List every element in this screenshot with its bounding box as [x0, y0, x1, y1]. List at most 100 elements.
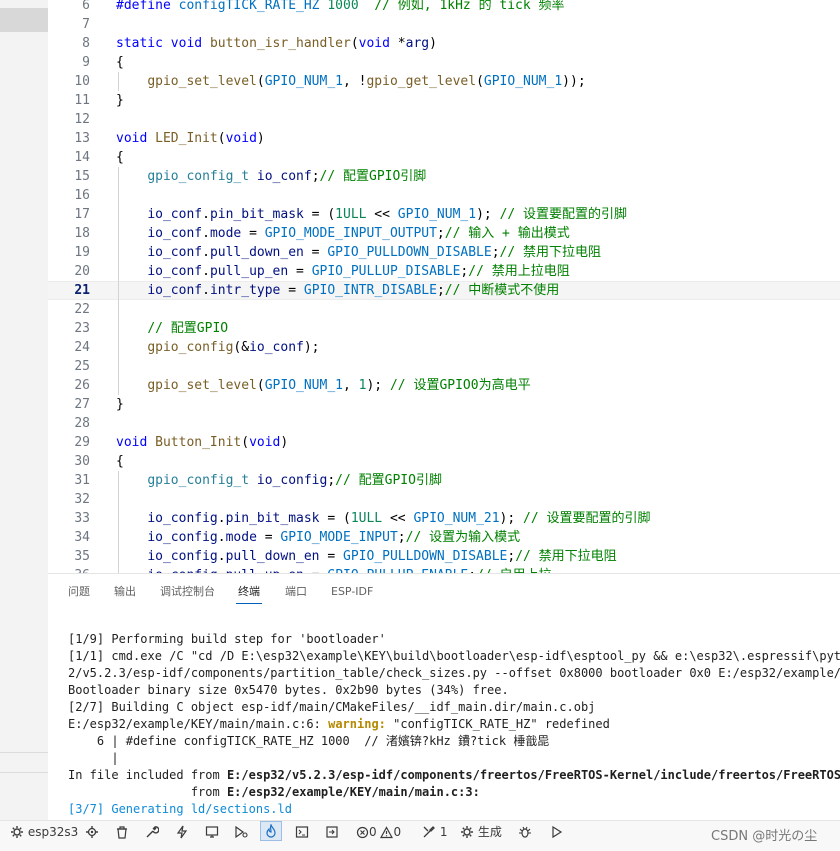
line-number: 14 [74, 150, 90, 165]
code-line[interactable]: 7 [48, 15, 840, 34]
line-code: io_conf.mode = GPIO_MODE_INPUT_OUTPUT;//… [147, 226, 570, 241]
tab-output[interactable]: 输出 [114, 585, 136, 599]
tab-debug-console[interactable]: 调试控制台 [160, 585, 215, 599]
terminal-line: In file included from E:/esp32/v5.2.3/es… [68, 768, 840, 782]
code-line[interactable]: 26 gpio_set_level(GPIO_NUM_1, 1); // 设置G… [48, 376, 840, 395]
code-line[interactable]: 18 io_conf.mode = GPIO_MODE_INPUT_OUTPUT… [48, 224, 840, 243]
code-line[interactable]: 34 io_config.mode = GPIO_MODE_INPUT;// 设… [48, 528, 840, 547]
code-line[interactable]: 33 io_config.pin_bit_mask = (1ULL << GPI… [48, 509, 840, 528]
sdk-config-button[interactable] [145, 823, 159, 841]
line-number: 16 [74, 188, 90, 203]
problems-status[interactable]: 0 0 [356, 823, 401, 841]
warning-icon [380, 826, 394, 839]
code-line[interactable]: 24 gpio_config(&io_conf); [48, 338, 840, 357]
run-button[interactable] [550, 823, 564, 841]
terminal-line: [1/9] Performing build step for 'bootloa… [68, 632, 386, 646]
monitor-icon [205, 826, 219, 838]
code-line[interactable]: 13 void LED_Init(void) [48, 129, 840, 148]
code-line[interactable]: 16 [48, 186, 840, 205]
code-line[interactable]: 25 [48, 357, 840, 376]
debug-launch-button[interactable] [233, 823, 249, 841]
tools-count: 1 [439, 825, 448, 839]
code-line[interactable]: 21 io_conf.intr_type = GPIO_INTR_DISABLE… [48, 281, 840, 300]
code-line[interactable]: 29 void Button_Init(void) [48, 433, 840, 452]
code-line[interactable]: 17 io_conf.pin_bit_mask = (1ULL << GPIO_… [48, 205, 840, 224]
status-bar: esp32s3 0 0 1 生成 CSDN @时光の尘 [0, 820, 840, 851]
indent-guide [118, 490, 119, 509]
bottom-panel: 问题 输出 调试控制台 终端 端口 ESP-IDF [1/9] Performi… [48, 573, 840, 821]
monitor-button[interactable] [205, 823, 219, 841]
line-code: gpio_set_level(GPIO_NUM_1, !gpio_get_lev… [147, 74, 586, 89]
build-button[interactable]: 生成 [460, 823, 502, 841]
code-line[interactable]: 14 { [48, 148, 840, 167]
code-editor[interactable]: 6 #define configTICK_RATE_HZ 1000 // 例如, … [48, 0, 840, 573]
code-line[interactable]: 32 [48, 490, 840, 509]
line-number: 29 [74, 435, 90, 450]
sidebar-selected-item[interactable] [0, 8, 48, 32]
line-code: void Button_Init(void) [116, 435, 289, 450]
terminal-output[interactable]: [1/9] Performing build step for 'bootloa… [68, 630, 840, 821]
terminal-line: [2/7] Building C object esp-idf/main/CMa… [68, 700, 596, 714]
flash-method-button[interactable] [175, 823, 189, 841]
error-count: 0 [369, 825, 377, 839]
line-number: 35 [74, 549, 90, 564]
tab-ports[interactable]: 端口 [285, 585, 307, 599]
terminal-line: E:/esp32/example/KEY/main/main.c:6: warn… [68, 717, 610, 731]
line-number: 25 [74, 359, 90, 374]
csdn-watermark: CSDN @时光の尘 [711, 829, 818, 844]
code-line[interactable]: 28 [48, 414, 840, 433]
vscode-window: 6 #define configTICK_RATE_HZ 1000 // 例如, … [0, 0, 840, 851]
code-line[interactable]: 6 #define configTICK_RATE_HZ 1000 // 例如, … [48, 0, 840, 15]
code-line[interactable]: 23 // 配置GPIO [48, 319, 840, 338]
export-box-icon [326, 826, 338, 838]
code-line[interactable]: 20 io_conf.pull_up_en = GPIO_PULLUP_DISA… [48, 262, 840, 281]
line-code: static void button_isr_handler(void *arg… [116, 36, 437, 51]
run-task-button[interactable] [325, 823, 339, 841]
code-line[interactable]: 30 { [48, 452, 840, 471]
code-line[interactable]: 31 gpio_config_t io_config;// 配置GPIO引脚 [48, 471, 840, 490]
debug-button[interactable] [518, 823, 532, 841]
line-number: 17 [74, 207, 90, 222]
line-code: // 配置GPIO [147, 321, 229, 336]
line-code: io_conf.intr_type = GPIO_INTR_DISABLE;//… [147, 283, 560, 298]
settings-button[interactable] [85, 823, 99, 841]
full-clean-button[interactable] [115, 823, 129, 841]
idf-flame-button[interactable] [260, 821, 282, 841]
tools-status[interactable]: 1 [422, 823, 447, 841]
lightning-icon [176, 825, 188, 839]
indent-guide [118, 186, 119, 205]
activity-sidebar [0, 0, 49, 820]
line-number: 26 [74, 378, 90, 393]
target-selector[interactable]: esp32s3 [10, 823, 78, 841]
line-number: 11 [74, 93, 90, 108]
line-number: 7 [82, 17, 90, 32]
code-line[interactable]: 9{ [48, 53, 840, 72]
code-line[interactable]: 11} [48, 91, 840, 110]
line-code: { [116, 150, 124, 165]
line-code: void LED_Init(void) [116, 131, 265, 146]
code-line[interactable]: 22 [48, 300, 840, 319]
code-line[interactable]: 15 gpio_config_t io_conf;// 配置GPIO引脚 [48, 167, 840, 186]
warning-count: 0 [393, 825, 402, 839]
line-number: 30 [74, 454, 90, 469]
code-line[interactable]: 8 static void button_isr_handler(void *ar… [48, 34, 840, 53]
tab-esp-idf[interactable]: ESP-IDF [331, 585, 373, 599]
tab-problems[interactable]: 问题 [68, 585, 90, 599]
gear-icon [11, 826, 23, 838]
flame-icon [266, 824, 276, 838]
code-line[interactable]: 12 [48, 110, 840, 129]
line-code: gpio_config_t io_conf;// 配置GPIO引脚 [147, 169, 427, 184]
tab-terminal[interactable]: 终端 [238, 585, 260, 599]
code-line[interactable]: 19 io_conf.pull_down_en = GPIO_PULLDOWN_… [48, 243, 840, 262]
code-line[interactable]: 36 io_config.pull_up_en = GPIO_PULLUP_EN… [48, 566, 840, 573]
terminal-line: [3/7] Generating ld/sections.ld [68, 802, 292, 816]
terminal-icon [295, 826, 309, 838]
code-line[interactable]: 35 io_config.pull_down_en = GPIO_PULLDOW… [48, 547, 840, 566]
terminal-button[interactable] [295, 823, 309, 841]
trash-icon [117, 826, 127, 839]
line-number: 22 [74, 302, 90, 317]
code-line[interactable]: 27} [48, 395, 840, 414]
settings-gear-icon [86, 826, 98, 838]
code-line[interactable]: 10 gpio_set_level(GPIO_NUM_1, !gpio_get_… [48, 72, 840, 91]
build-label: 生成 [477, 825, 502, 839]
